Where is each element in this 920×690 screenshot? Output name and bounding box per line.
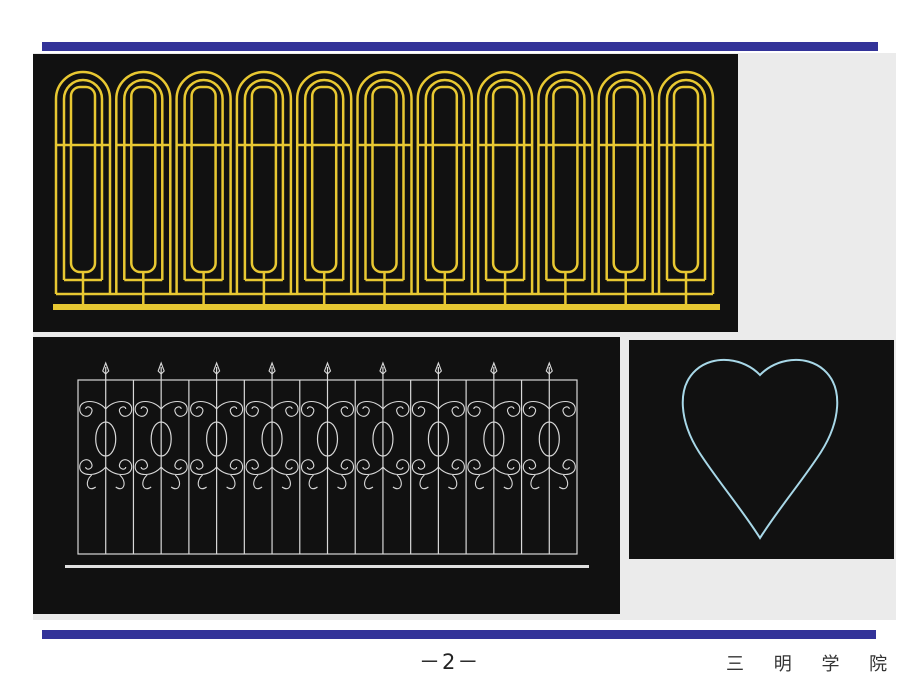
white-scroll-railing-image bbox=[33, 337, 620, 614]
scroll-right-lower bbox=[216, 459, 244, 476]
scroll-drop-right bbox=[448, 474, 458, 490]
scroll-left-lower bbox=[522, 459, 550, 476]
scroll-drop-left bbox=[530, 474, 540, 490]
arch-inner-panel bbox=[69, 85, 97, 274]
arch-inner-panel bbox=[552, 85, 579, 274]
scroll-left-lower bbox=[300, 459, 328, 476]
arch-inner-panel bbox=[612, 85, 639, 274]
scroll-right-lower bbox=[160, 459, 188, 476]
scroll-right-upper bbox=[548, 400, 576, 417]
scroll-right-lower bbox=[105, 459, 133, 476]
scroll-drop-right bbox=[226, 474, 236, 490]
gold-arch-railing-drawing bbox=[53, 70, 720, 310]
scroll-left-upper bbox=[190, 400, 218, 417]
arch-middle bbox=[605, 78, 646, 280]
scroll-left-upper bbox=[300, 400, 328, 417]
scroll-right-lower bbox=[493, 459, 521, 476]
scroll-drop-right bbox=[558, 474, 569, 490]
heart-shape bbox=[681, 358, 839, 540]
arch-middle bbox=[303, 78, 345, 280]
scroll-drop-right bbox=[170, 474, 181, 490]
scroll-right-upper bbox=[271, 400, 299, 417]
scroll-right-lower bbox=[271, 459, 299, 476]
scroll-left-upper bbox=[411, 400, 439, 417]
page-number: －2－ bbox=[419, 650, 481, 674]
arch-inner-panel bbox=[250, 85, 278, 274]
top-rule-bar bbox=[42, 42, 878, 51]
arch-inner-panel bbox=[672, 85, 700, 274]
scroll-drop-left bbox=[364, 474, 374, 490]
arch-middle bbox=[62, 78, 104, 280]
institution-name: 三 明 学 院 bbox=[726, 654, 900, 675]
scroll-left-upper bbox=[522, 400, 550, 417]
scroll-left-lower bbox=[190, 459, 218, 476]
scroll-right-lower bbox=[437, 459, 465, 476]
white-scroll-railing-drawing bbox=[65, 361, 589, 568]
arch-middle bbox=[123, 78, 164, 280]
arch-middle bbox=[183, 78, 224, 280]
scroll-left-upper bbox=[245, 400, 273, 417]
arch-middle bbox=[243, 78, 285, 280]
scroll-left-upper bbox=[79, 400, 107, 417]
scroll-right-lower bbox=[548, 459, 576, 476]
scroll-left-lower bbox=[245, 459, 273, 476]
arch-middle bbox=[545, 78, 586, 280]
scroll-right-lower bbox=[327, 459, 355, 476]
scroll-drop-left bbox=[253, 474, 263, 490]
heart-outline-drawing bbox=[681, 358, 839, 540]
heart-outline-image bbox=[629, 340, 894, 559]
scroll-right-upper bbox=[493, 400, 521, 417]
scroll-left-lower bbox=[134, 459, 162, 476]
scroll-left-upper bbox=[467, 400, 495, 417]
scroll-drop-right bbox=[337, 474, 347, 490]
scroll-right-upper bbox=[216, 400, 244, 417]
arch-middle bbox=[364, 78, 405, 280]
scroll-right-upper bbox=[437, 400, 465, 417]
scroll-left-lower bbox=[356, 459, 384, 476]
scroll-right-upper bbox=[160, 400, 188, 417]
scroll-left-lower bbox=[467, 459, 495, 476]
scroll-drop-left bbox=[197, 474, 207, 490]
arch-inner-panel bbox=[371, 85, 398, 274]
scroll-right-upper bbox=[105, 400, 133, 417]
scroll-drop-left bbox=[419, 474, 429, 490]
scroll-right-lower bbox=[382, 459, 410, 476]
scroll-left-upper bbox=[134, 400, 162, 417]
base-rail bbox=[53, 304, 720, 310]
scroll-drop-left bbox=[474, 474, 485, 490]
arch-inner-panel bbox=[431, 85, 459, 274]
arch-middle bbox=[484, 78, 526, 280]
arch-inner-panel bbox=[310, 85, 338, 274]
gold-arch-railing-image bbox=[33, 54, 738, 332]
scroll-drop-left bbox=[86, 474, 97, 490]
arch-middle bbox=[424, 78, 466, 280]
scroll-right-upper bbox=[327, 400, 355, 417]
scroll-left-lower bbox=[79, 459, 107, 476]
scroll-drop-right bbox=[281, 474, 291, 490]
arch-inner-panel bbox=[130, 85, 157, 274]
ground-line bbox=[65, 565, 589, 568]
scroll-drop-left bbox=[308, 474, 318, 490]
scroll-right-upper bbox=[382, 400, 410, 417]
scroll-left-lower bbox=[411, 459, 439, 476]
scroll-drop-right bbox=[115, 474, 125, 490]
bottom-rule-bar bbox=[42, 630, 876, 639]
scroll-left-upper bbox=[356, 400, 384, 417]
arch-inner-panel bbox=[190, 85, 217, 274]
scroll-drop-left bbox=[142, 474, 152, 490]
scroll-drop-right bbox=[503, 474, 513, 490]
arch-inner-panel bbox=[491, 85, 519, 274]
scroll-drop-right bbox=[392, 474, 402, 490]
arch-middle bbox=[665, 78, 707, 280]
